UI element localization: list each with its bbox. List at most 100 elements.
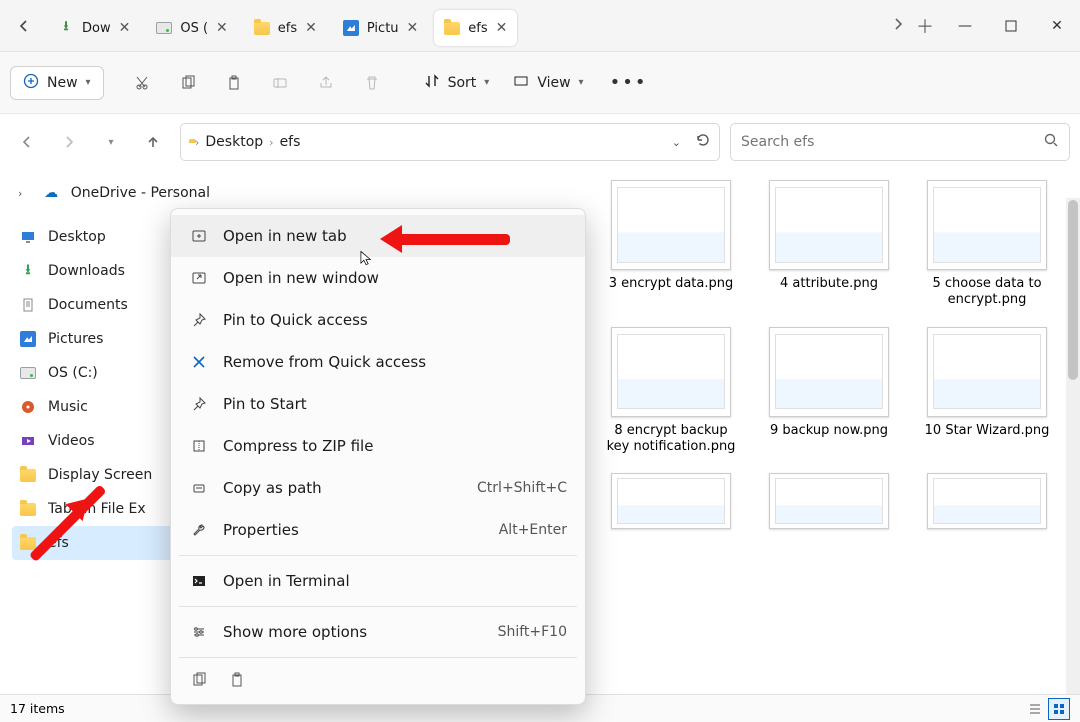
tab-close-button[interactable]: ✕ bbox=[119, 20, 131, 36]
file-name: 5 choose data to encrypt.png bbox=[917, 276, 1057, 309]
view-details-toggle[interactable] bbox=[1024, 698, 1046, 720]
new-tab-icon bbox=[189, 228, 209, 244]
maximize-button[interactable] bbox=[988, 0, 1034, 51]
nav-forward-button[interactable] bbox=[52, 125, 86, 159]
file-name: 8 encrypt backup key notification.png bbox=[601, 423, 741, 456]
tab-label: Pictu bbox=[367, 21, 399, 36]
address-dropdown-button[interactable]: ⌄ bbox=[672, 136, 681, 149]
tab-strip: ⭳ Dow ✕ OS ( ✕ efs ✕ Pictu ✕ efs ✕ bbox=[48, 0, 890, 51]
tab[interactable]: efs ✕ bbox=[244, 10, 327, 46]
file-thumbnail bbox=[611, 473, 731, 529]
context-open-new-tab[interactable]: Open in new tab bbox=[171, 215, 585, 257]
document-icon bbox=[18, 295, 38, 315]
nav-up-button[interactable] bbox=[136, 125, 170, 159]
minimize-button[interactable]: — bbox=[942, 0, 988, 51]
tab-icon: ⭳ bbox=[58, 20, 74, 36]
share-button bbox=[306, 65, 346, 101]
breadcrumb-segment[interactable]: Desktop bbox=[205, 134, 263, 150]
breadcrumb-segment[interactable]: efs bbox=[280, 134, 301, 150]
scrollbar-thumb[interactable] bbox=[1068, 200, 1078, 380]
context-show-more-options[interactable]: Show more options Shift+F10 bbox=[171, 611, 585, 653]
annotation-arrow bbox=[380, 225, 510, 253]
sidebar-item-label: Display Screen bbox=[48, 467, 152, 483]
context-item-label: Pin to Start bbox=[223, 395, 307, 413]
delete-button bbox=[352, 65, 392, 101]
close-window-button[interactable]: ✕ bbox=[1034, 0, 1080, 51]
context-pin-start[interactable]: Pin to Start bbox=[171, 383, 585, 425]
file-item[interactable] bbox=[596, 473, 746, 529]
file-item[interactable]: 4 attribute.png bbox=[754, 180, 904, 309]
context-copy-path[interactable]: Copy as path Ctrl+Shift+C bbox=[171, 467, 585, 509]
file-item[interactable]: 9 backup now.png bbox=[754, 327, 904, 456]
copy-path-icon bbox=[189, 480, 209, 496]
drive-icon bbox=[18, 363, 38, 383]
context-item-label: Remove from Quick access bbox=[223, 353, 426, 371]
tab[interactable]: efs ✕ bbox=[434, 10, 517, 46]
new-button-label: New bbox=[47, 75, 78, 91]
sort-label: Sort bbox=[448, 75, 477, 91]
context-pin-quick-access[interactable]: Pin to Quick access bbox=[171, 299, 585, 341]
file-thumbnail bbox=[769, 327, 889, 417]
context-open-new-window[interactable]: Open in new window bbox=[171, 257, 585, 299]
breadcrumb[interactable]: › Desktop › efs ⌄ bbox=[180, 123, 720, 161]
context-item-shortcut: Ctrl+Shift+C bbox=[477, 480, 567, 496]
context-properties[interactable]: Properties Alt+Enter bbox=[171, 509, 585, 551]
nav-recent-button[interactable]: ▾ bbox=[94, 125, 128, 159]
context-item-shortcut: Alt+Enter bbox=[499, 522, 567, 538]
scrollbar[interactable] bbox=[1066, 198, 1080, 694]
context-remove-quick-access[interactable]: Remove from Quick access bbox=[171, 341, 585, 383]
copy-icon[interactable] bbox=[191, 672, 207, 692]
tab-close-button[interactable]: ✕ bbox=[496, 20, 508, 36]
paste-icon[interactable] bbox=[229, 672, 245, 692]
refresh-button[interactable] bbox=[695, 132, 711, 152]
video-icon bbox=[18, 431, 38, 451]
file-item[interactable]: 5 choose data to encrypt.png bbox=[912, 180, 1062, 309]
tab[interactable]: OS ( ✕ bbox=[146, 10, 237, 46]
tab-close-button[interactable]: ✕ bbox=[407, 20, 419, 36]
titlebar-back-button[interactable] bbox=[0, 0, 48, 51]
paste-button[interactable] bbox=[214, 65, 254, 101]
tab-label: OS ( bbox=[180, 21, 208, 36]
chevron-down-icon: ▾ bbox=[579, 77, 584, 88]
view-label: View bbox=[537, 75, 570, 91]
chevron-right-icon: › bbox=[269, 136, 273, 149]
context-open-terminal[interactable]: Open in Terminal bbox=[171, 560, 585, 602]
file-name: 3 encrypt data.png bbox=[609, 276, 733, 292]
zip-icon bbox=[189, 438, 209, 454]
tab-close-button[interactable]: ✕ bbox=[216, 20, 228, 36]
file-item[interactable] bbox=[754, 473, 904, 529]
file-item[interactable]: 10 Star Wizard.png bbox=[912, 327, 1062, 456]
tab[interactable]: Pictu ✕ bbox=[333, 10, 428, 46]
new-tab-button[interactable]: ＋ bbox=[916, 13, 934, 39]
copy-button[interactable] bbox=[168, 65, 208, 101]
nav-back-button[interactable] bbox=[10, 125, 44, 159]
cut-button[interactable] bbox=[122, 65, 162, 101]
sidebar-item-label: Documents bbox=[48, 297, 128, 313]
file-thumbnail bbox=[927, 327, 1047, 417]
pin-icon bbox=[189, 312, 209, 328]
wrench-icon bbox=[189, 522, 209, 538]
sidebar-item-onedrive[interactable]: › ☁ OneDrive - Personal bbox=[12, 176, 216, 210]
pin-icon bbox=[189, 396, 209, 412]
search-box[interactable] bbox=[730, 123, 1070, 161]
file-item[interactable]: 8 encrypt backup key notification.png bbox=[596, 327, 746, 456]
new-button[interactable]: New ▾ bbox=[10, 66, 104, 100]
tab-icon bbox=[444, 20, 460, 36]
file-thumbnail bbox=[611, 327, 731, 417]
more-button[interactable]: ••• bbox=[598, 72, 660, 93]
view-button[interactable]: View ▾ bbox=[503, 67, 593, 99]
context-compress-zip[interactable]: Compress to ZIP file bbox=[171, 425, 585, 467]
file-item[interactable]: 3 encrypt data.png bbox=[596, 180, 746, 309]
file-thumbnail bbox=[769, 473, 889, 529]
music-icon bbox=[18, 397, 38, 417]
context-item-label: Copy as path bbox=[223, 479, 322, 497]
file-thumbnail bbox=[769, 180, 889, 270]
file-item[interactable] bbox=[912, 473, 1062, 529]
tab-close-button[interactable]: ✕ bbox=[305, 20, 317, 36]
search-input[interactable] bbox=[741, 134, 1035, 150]
tab-forward-button[interactable] bbox=[890, 16, 906, 36]
sidebar-item-label: Pictures bbox=[48, 331, 103, 347]
view-large-icons-toggle[interactable] bbox=[1048, 698, 1070, 720]
sort-button[interactable]: Sort ▾ bbox=[414, 67, 500, 99]
tab[interactable]: ⭳ Dow ✕ bbox=[48, 10, 140, 46]
